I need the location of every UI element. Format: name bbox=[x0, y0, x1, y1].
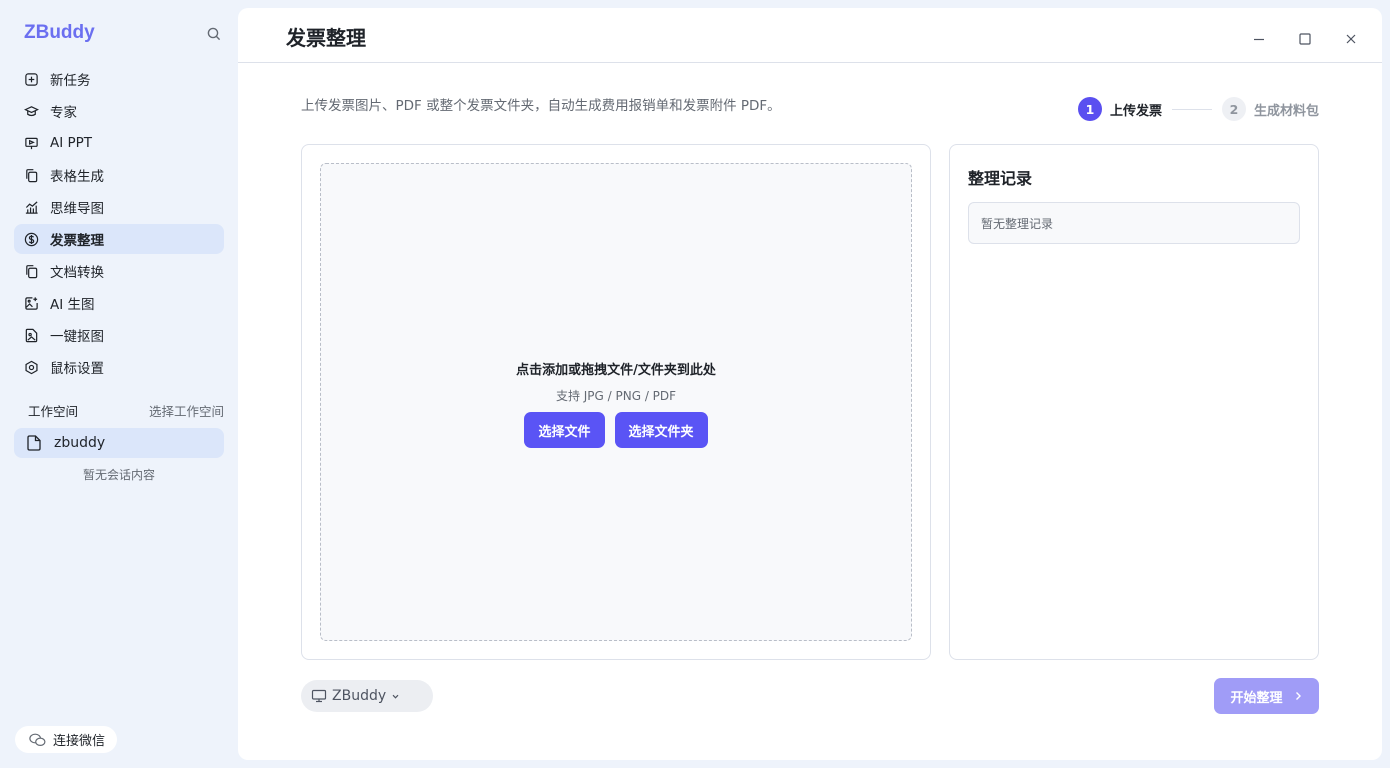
maximize-icon[interactable] bbox=[1298, 32, 1312, 46]
sidebar-item-label: 思维导图 bbox=[50, 201, 104, 217]
stepper: 1 上传发票 2 生成材料包 bbox=[1078, 97, 1319, 121]
copy-document-icon bbox=[23, 263, 39, 279]
minimize-icon[interactable] bbox=[1252, 32, 1266, 46]
sidebar-item-label: 文档转换 bbox=[50, 265, 104, 281]
plus-square-icon bbox=[23, 71, 39, 87]
sidebar: ZBuddy 新任务 专家 AI PPT 表格生成 思维导图 发票整理 文档转换… bbox=[0, 0, 238, 768]
sidebar-item-label: 新任务 bbox=[50, 73, 91, 89]
workspace-item[interactable]: zbuddy bbox=[14, 428, 224, 458]
file-image-icon bbox=[23, 327, 39, 343]
dollar-circle-icon bbox=[23, 231, 39, 247]
search-icon[interactable] bbox=[207, 27, 221, 41]
sidebar-item-cutout[interactable]: 一键抠图 bbox=[14, 320, 224, 350]
sidebar-item-mouse-settings[interactable]: 鼠标设置 bbox=[14, 352, 224, 382]
sidebar-item-label: 表格生成 bbox=[50, 169, 104, 185]
chevron-down-icon bbox=[391, 692, 400, 701]
chevron-right-icon bbox=[1293, 691, 1303, 701]
dropzone-title: 点击添加或拖拽文件/文件夹到此处 bbox=[516, 363, 716, 378]
select-file-button[interactable]: 选择文件 bbox=[524, 412, 605, 448]
sidebar-item-label: AI PPT bbox=[50, 135, 93, 151]
sidebar-item-label: 发票整理 bbox=[50, 233, 104, 249]
sidebar-nav: 新任务 专家 AI PPT 表格生成 思维导图 发票整理 文档转换 AI 生图 … bbox=[14, 64, 224, 384]
file-icon bbox=[25, 434, 43, 452]
wechat-label: 连接微信 bbox=[53, 734, 106, 749]
chart-line-icon bbox=[23, 199, 39, 215]
wechat-icon bbox=[29, 733, 46, 747]
step-divider bbox=[1172, 108, 1213, 110]
graduation-cap-icon bbox=[23, 103, 39, 119]
presentation-icon bbox=[23, 135, 39, 151]
sidebar-item-mindmap[interactable]: 思维导图 bbox=[14, 192, 224, 222]
sidebar-item-label: 一键抠图 bbox=[50, 329, 104, 345]
start-organize-button[interactable]: 开始整理 bbox=[1214, 678, 1319, 714]
workspace-title: 工作空间 bbox=[28, 404, 79, 419]
brand-logo: ZBuddy bbox=[24, 22, 95, 43]
dropzone-subtitle: 支持 JPG / PNG / PDF bbox=[555, 389, 677, 403]
step-2-number: 2 bbox=[1222, 97, 1247, 121]
records-card: 整理记录 暂无整理记录 bbox=[949, 144, 1319, 660]
records-title: 整理记录 bbox=[968, 169, 1033, 188]
main-panel: 发票整理 上传发票图片、PDF 或整个发票文件夹，自动生成费用报销单和发票附件 … bbox=[238, 8, 1382, 760]
copy-document-icon bbox=[23, 167, 39, 183]
workspace-name: zbuddy bbox=[54, 435, 106, 451]
workspace-header: 工作空间 选择工作空间 bbox=[28, 401, 224, 420]
connect-wechat-button[interactable]: 连接微信 bbox=[15, 726, 118, 753]
sidebar-item-doc-convert[interactable]: 文档转换 bbox=[14, 256, 224, 286]
select-workspace-link[interactable]: 选择工作空间 bbox=[149, 401, 224, 420]
step-1-label: 上传发票 bbox=[1110, 103, 1163, 119]
sidebar-item-new-task[interactable]: 新任务 bbox=[14, 64, 224, 94]
sidebar-item-label: AI 生图 bbox=[50, 297, 95, 313]
file-dropzone[interactable]: 点击添加或拖拽文件/文件夹到此处 支持 JPG / PNG / PDF 选择文件… bbox=[320, 163, 912, 641]
sidebar-item-label: 鼠标设置 bbox=[50, 361, 104, 377]
sidebar-item-invoice[interactable]: 发票整理 bbox=[14, 224, 224, 254]
sidebar-item-label: 专家 bbox=[50, 105, 77, 121]
hexagon-settings-icon bbox=[23, 359, 39, 375]
step-1-number: 1 bbox=[1078, 97, 1102, 121]
select-folder-button[interactable]: 选择文件夹 bbox=[614, 412, 708, 448]
image-sparkle-icon bbox=[23, 295, 39, 311]
sidebar-item-ai-image[interactable]: AI 生图 bbox=[14, 288, 224, 318]
start-organize-label: 开始整理 bbox=[1230, 690, 1283, 706]
page-title: 发票整理 bbox=[286, 26, 366, 50]
upload-card: 点击添加或拖拽文件/文件夹到此处 支持 JPG / PNG / PDF 选择文件… bbox=[301, 144, 931, 660]
monitor-icon bbox=[311, 689, 327, 703]
sidebar-item-table[interactable]: 表格生成 bbox=[14, 160, 224, 190]
device-select[interactable]: ZBuddy bbox=[301, 680, 433, 712]
empty-session-text: 暂无会话内容 bbox=[82, 468, 155, 482]
dropzone-buttons: 选择文件 选择文件夹 bbox=[321, 412, 911, 448]
topbar: 发票整理 bbox=[238, 8, 1382, 63]
step-2-label: 生成材料包 bbox=[1254, 103, 1320, 119]
sidebar-item-ai-ppt[interactable]: AI PPT bbox=[14, 128, 224, 158]
sidebar-item-expert[interactable]: 专家 bbox=[14, 96, 224, 126]
close-icon[interactable] bbox=[1344, 32, 1358, 46]
device-label: ZBuddy bbox=[332, 688, 387, 704]
records-empty-text: 暂无整理记录 bbox=[968, 202, 1300, 244]
page-description: 上传发票图片、PDF 或整个发票文件夹，自动生成费用报销单和发票附件 PDF。 bbox=[301, 98, 781, 114]
